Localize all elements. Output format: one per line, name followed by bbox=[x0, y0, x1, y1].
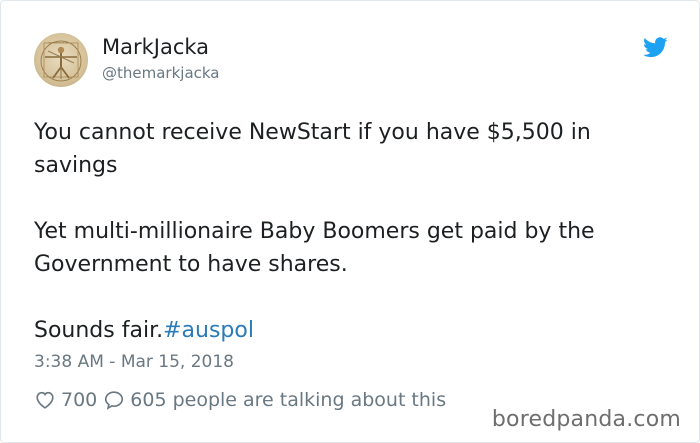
author-name[interactable]: MarkJacka bbox=[102, 35, 209, 59]
talking-text: 605 people are talking about this bbox=[130, 389, 447, 411]
author-handle[interactable]: @themarkjacka bbox=[102, 64, 220, 82]
watermark: boredpanda.com bbox=[487, 405, 685, 434]
tweet-card: ~~~~~~ MarkJacka @themarkjacka You canno… bbox=[0, 0, 700, 443]
tweet-timestamp[interactable]: 3:38 AM - Mar 15, 2018 bbox=[34, 352, 234, 372]
vitruvian-man-avatar-icon: ~~~~~~ bbox=[40, 40, 82, 82]
tweet-closing: Sounds fair.#auspol bbox=[34, 314, 674, 347]
tweet-text: You cannot receive NewStart if you have … bbox=[34, 116, 674, 347]
speech-bubble-icon bbox=[103, 389, 125, 411]
svg-text:~~~~~~: ~~~~~~ bbox=[48, 40, 68, 45]
like-button[interactable]: 700 bbox=[34, 389, 97, 411]
tweet-actions: 700 605 people are talking about this bbox=[34, 389, 446, 411]
hashtag-link[interactable]: #auspol bbox=[163, 318, 254, 343]
tweet-paragraph: Yet multi-millionaire Baby Boomers get p… bbox=[34, 219, 595, 277]
author-avatar[interactable]: ~~~~~~ bbox=[34, 33, 88, 87]
closing-text: Sounds fair. bbox=[34, 318, 164, 343]
tweet-paragraph: You cannot receive NewStart if you have … bbox=[34, 120, 591, 178]
conversation-link[interactable]: 605 people are talking about this bbox=[103, 389, 446, 411]
twitter-bird-icon[interactable] bbox=[643, 37, 668, 58]
heart-icon bbox=[34, 389, 56, 411]
likes-count: 700 bbox=[61, 389, 98, 411]
